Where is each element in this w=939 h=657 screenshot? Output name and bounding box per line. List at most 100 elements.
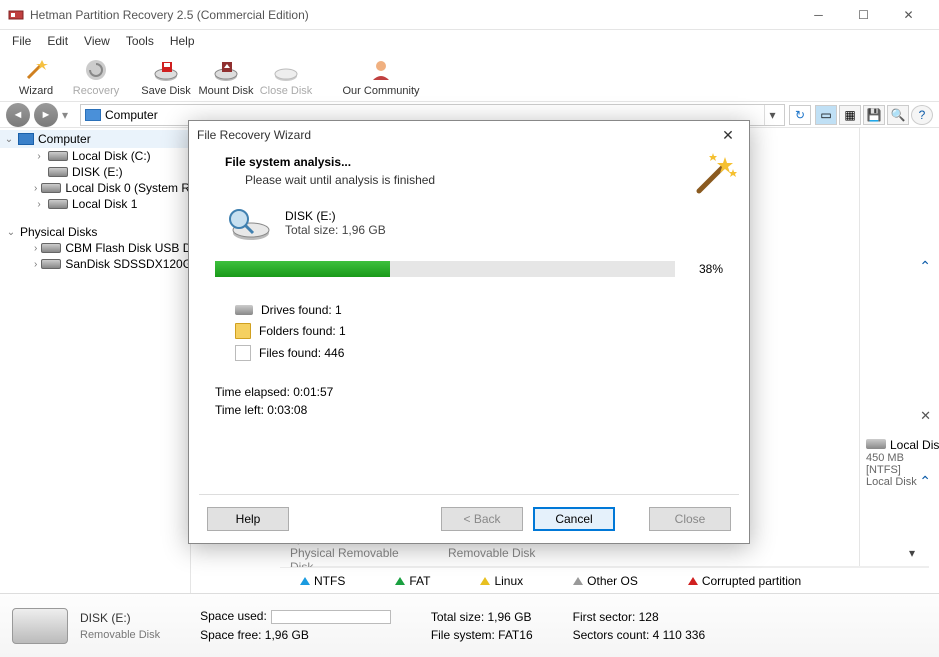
- status-total-size: Total size: 1,96 GB: [431, 610, 533, 624]
- tree-local-0[interactable]: ›Local Disk 0 (System Reserved): [0, 180, 190, 196]
- computer-icon: [85, 109, 101, 121]
- statusbar: DISK (E:) Removable Disk Space used: Spa…: [0, 593, 939, 657]
- drives-found-row: Drives found: 1: [235, 303, 723, 317]
- legend-linux: Linux: [480, 574, 523, 588]
- tree-computer-header[interactable]: ⌄ Computer: [0, 130, 190, 148]
- refresh-button[interactable]: ↻: [789, 105, 811, 125]
- progress-percent: 38%: [685, 262, 723, 276]
- dialog-titlebar: File Recovery Wizard ✕: [189, 121, 749, 149]
- menu-edit[interactable]: Edit: [39, 32, 76, 50]
- legend-fat: FAT: [395, 574, 430, 588]
- close-button[interactable]: ✕: [886, 1, 931, 29]
- chevron-right-icon[interactable]: ›: [34, 151, 44, 162]
- dialog-header: File system analysis... Please wait unti…: [189, 149, 749, 197]
- status-sectors-count: Sectors count: 4 110 336: [573, 628, 706, 642]
- nav-forward-button[interactable]: ►: [34, 103, 58, 127]
- close-disk-button[interactable]: Close Disk: [256, 53, 316, 101]
- progress-fill: [215, 261, 390, 277]
- tree-cbm[interactable]: ›CBM Flash Disk USB Device: [0, 240, 190, 256]
- found-list: Drives found: 1 Folders found: 1 Files f…: [235, 303, 723, 361]
- menu-tools[interactable]: Tools: [118, 32, 162, 50]
- menubar: File Edit View Tools Help: [0, 30, 939, 52]
- wizard-button[interactable]: Wizard: [6, 53, 66, 101]
- maximize-button[interactable]: ☐: [841, 1, 886, 29]
- tree-computer-label: Computer: [38, 132, 91, 146]
- expand-icon[interactable]: ⌄: [6, 227, 16, 238]
- view-mode-3[interactable]: 💾: [863, 105, 885, 125]
- app-icon: [8, 7, 24, 23]
- disk-icon: [41, 259, 61, 269]
- status-space-used: Space used:: [200, 609, 391, 624]
- tree-disk-e[interactable]: DISK (E:): [0, 164, 190, 180]
- toolbar: Wizard Recovery Save Disk Mount Disk Clo…: [0, 52, 939, 102]
- close-preview-button[interactable]: ✕: [920, 408, 931, 424]
- disk-icon: [866, 439, 886, 449]
- status-space-free: Space free: 1,96 GB: [200, 628, 391, 642]
- view-mode-1[interactable]: ▭: [815, 105, 837, 125]
- cancel-button[interactable]: Cancel: [533, 507, 615, 531]
- save-disk-button[interactable]: Save Disk: [136, 53, 196, 101]
- menu-view[interactable]: View: [76, 32, 118, 50]
- dialog-buttons: Help < Back Cancel Close: [189, 495, 749, 543]
- legend-other: Other OS: [573, 574, 638, 588]
- mount-disk-button[interactable]: Mount Disk: [196, 53, 256, 101]
- removable-disk-label: Removable Disk: [440, 546, 889, 560]
- app-title: Hetman Partition Recovery 2.5 (Commercia…: [30, 8, 796, 22]
- menu-help[interactable]: Help: [162, 32, 203, 50]
- disk-icon: [48, 151, 68, 161]
- dialog-disk-name: DISK (E:): [285, 209, 386, 223]
- dialog-subheading: Please wait until analysis is finished: [225, 173, 743, 187]
- help-button[interactable]: Help: [207, 507, 289, 531]
- partition-legend: NTFS FAT Linux Other OS Corrupted partit…: [280, 567, 929, 593]
- preview-panel: ⌃ ✕ Local Disk 1 450 MB [NTFS] Local Dis…: [859, 128, 939, 593]
- space-used-bar: [271, 610, 391, 624]
- mount-disk-label: Mount Disk: [198, 85, 253, 97]
- disk-icon: [48, 167, 68, 177]
- recovery-button[interactable]: Recovery: [66, 53, 126, 101]
- address-dropdown[interactable]: ▾: [764, 105, 780, 125]
- wand-icon: [22, 56, 50, 84]
- disk-icon: [41, 183, 61, 193]
- help-button[interactable]: ?: [911, 105, 933, 125]
- minimize-button[interactable]: ─: [796, 1, 841, 29]
- folders-found-row: Folders found: 1: [235, 323, 723, 339]
- tree-local-1[interactable]: ›Local Disk 1: [0, 196, 190, 212]
- files-found-row: Files found: 446: [235, 345, 723, 361]
- community-icon: [367, 56, 395, 84]
- close-dialog-button: Close: [649, 507, 731, 531]
- search-button[interactable]: 🔍: [887, 105, 909, 125]
- progress-bar: [215, 261, 675, 277]
- tree-physical-header[interactable]: ⌄ Physical Disks: [0, 224, 190, 240]
- tree-local-c[interactable]: ›Local Disk (C:): [0, 148, 190, 164]
- menu-file[interactable]: File: [4, 32, 39, 50]
- dialog-body: DISK (E:) Total size: 1,96 GB 38% Drives…: [189, 197, 749, 494]
- chevron-right-icon[interactable]: ›: [34, 183, 37, 194]
- close-disk-label: Close Disk: [260, 85, 313, 97]
- collapse-up-icon[interactable]: ⌃: [919, 258, 931, 275]
- nav-back-button[interactable]: ◄: [6, 103, 30, 127]
- dialog-close-button[interactable]: ✕: [715, 125, 741, 145]
- disk-icon: [41, 243, 61, 253]
- nav-history-dropdown[interactable]: ▾: [62, 108, 76, 122]
- drive-icon: [235, 305, 253, 315]
- view-mode-2[interactable]: ▦: [839, 105, 861, 125]
- disk-magnify-icon: [223, 205, 271, 241]
- dialog-title: File Recovery Wizard: [197, 128, 715, 142]
- chevron-right-icon[interactable]: ›: [34, 243, 37, 254]
- chevron-right-icon[interactable]: ›: [34, 259, 37, 270]
- computer-icon: [18, 133, 34, 145]
- mount-disk-icon: [212, 56, 240, 84]
- status-file-system: File system: FAT16: [431, 628, 533, 642]
- tree-panel: ⌄ Computer ›Local Disk (C:) DISK (E:) ›L…: [0, 128, 190, 593]
- dialog-disk-info: DISK (E:) Total size: 1,96 GB: [223, 205, 723, 241]
- community-button[interactable]: Our Community: [336, 53, 426, 101]
- collapse-up-icon[interactable]: ⌃: [919, 473, 931, 490]
- chevron-right-icon[interactable]: ›: [34, 199, 44, 210]
- progress-row: 38%: [215, 261, 723, 277]
- expand-icon[interactable]: ⌄: [4, 134, 14, 145]
- strip-dropdown-icon[interactable]: ▾: [909, 546, 929, 560]
- status-first-sector: First sector: 128: [573, 610, 706, 624]
- tree-sandisk[interactable]: ›SanDisk SDSSDX120GG25: [0, 256, 190, 272]
- status-disk-name: DISK (E:): [80, 611, 160, 625]
- close-disk-icon: [272, 56, 300, 84]
